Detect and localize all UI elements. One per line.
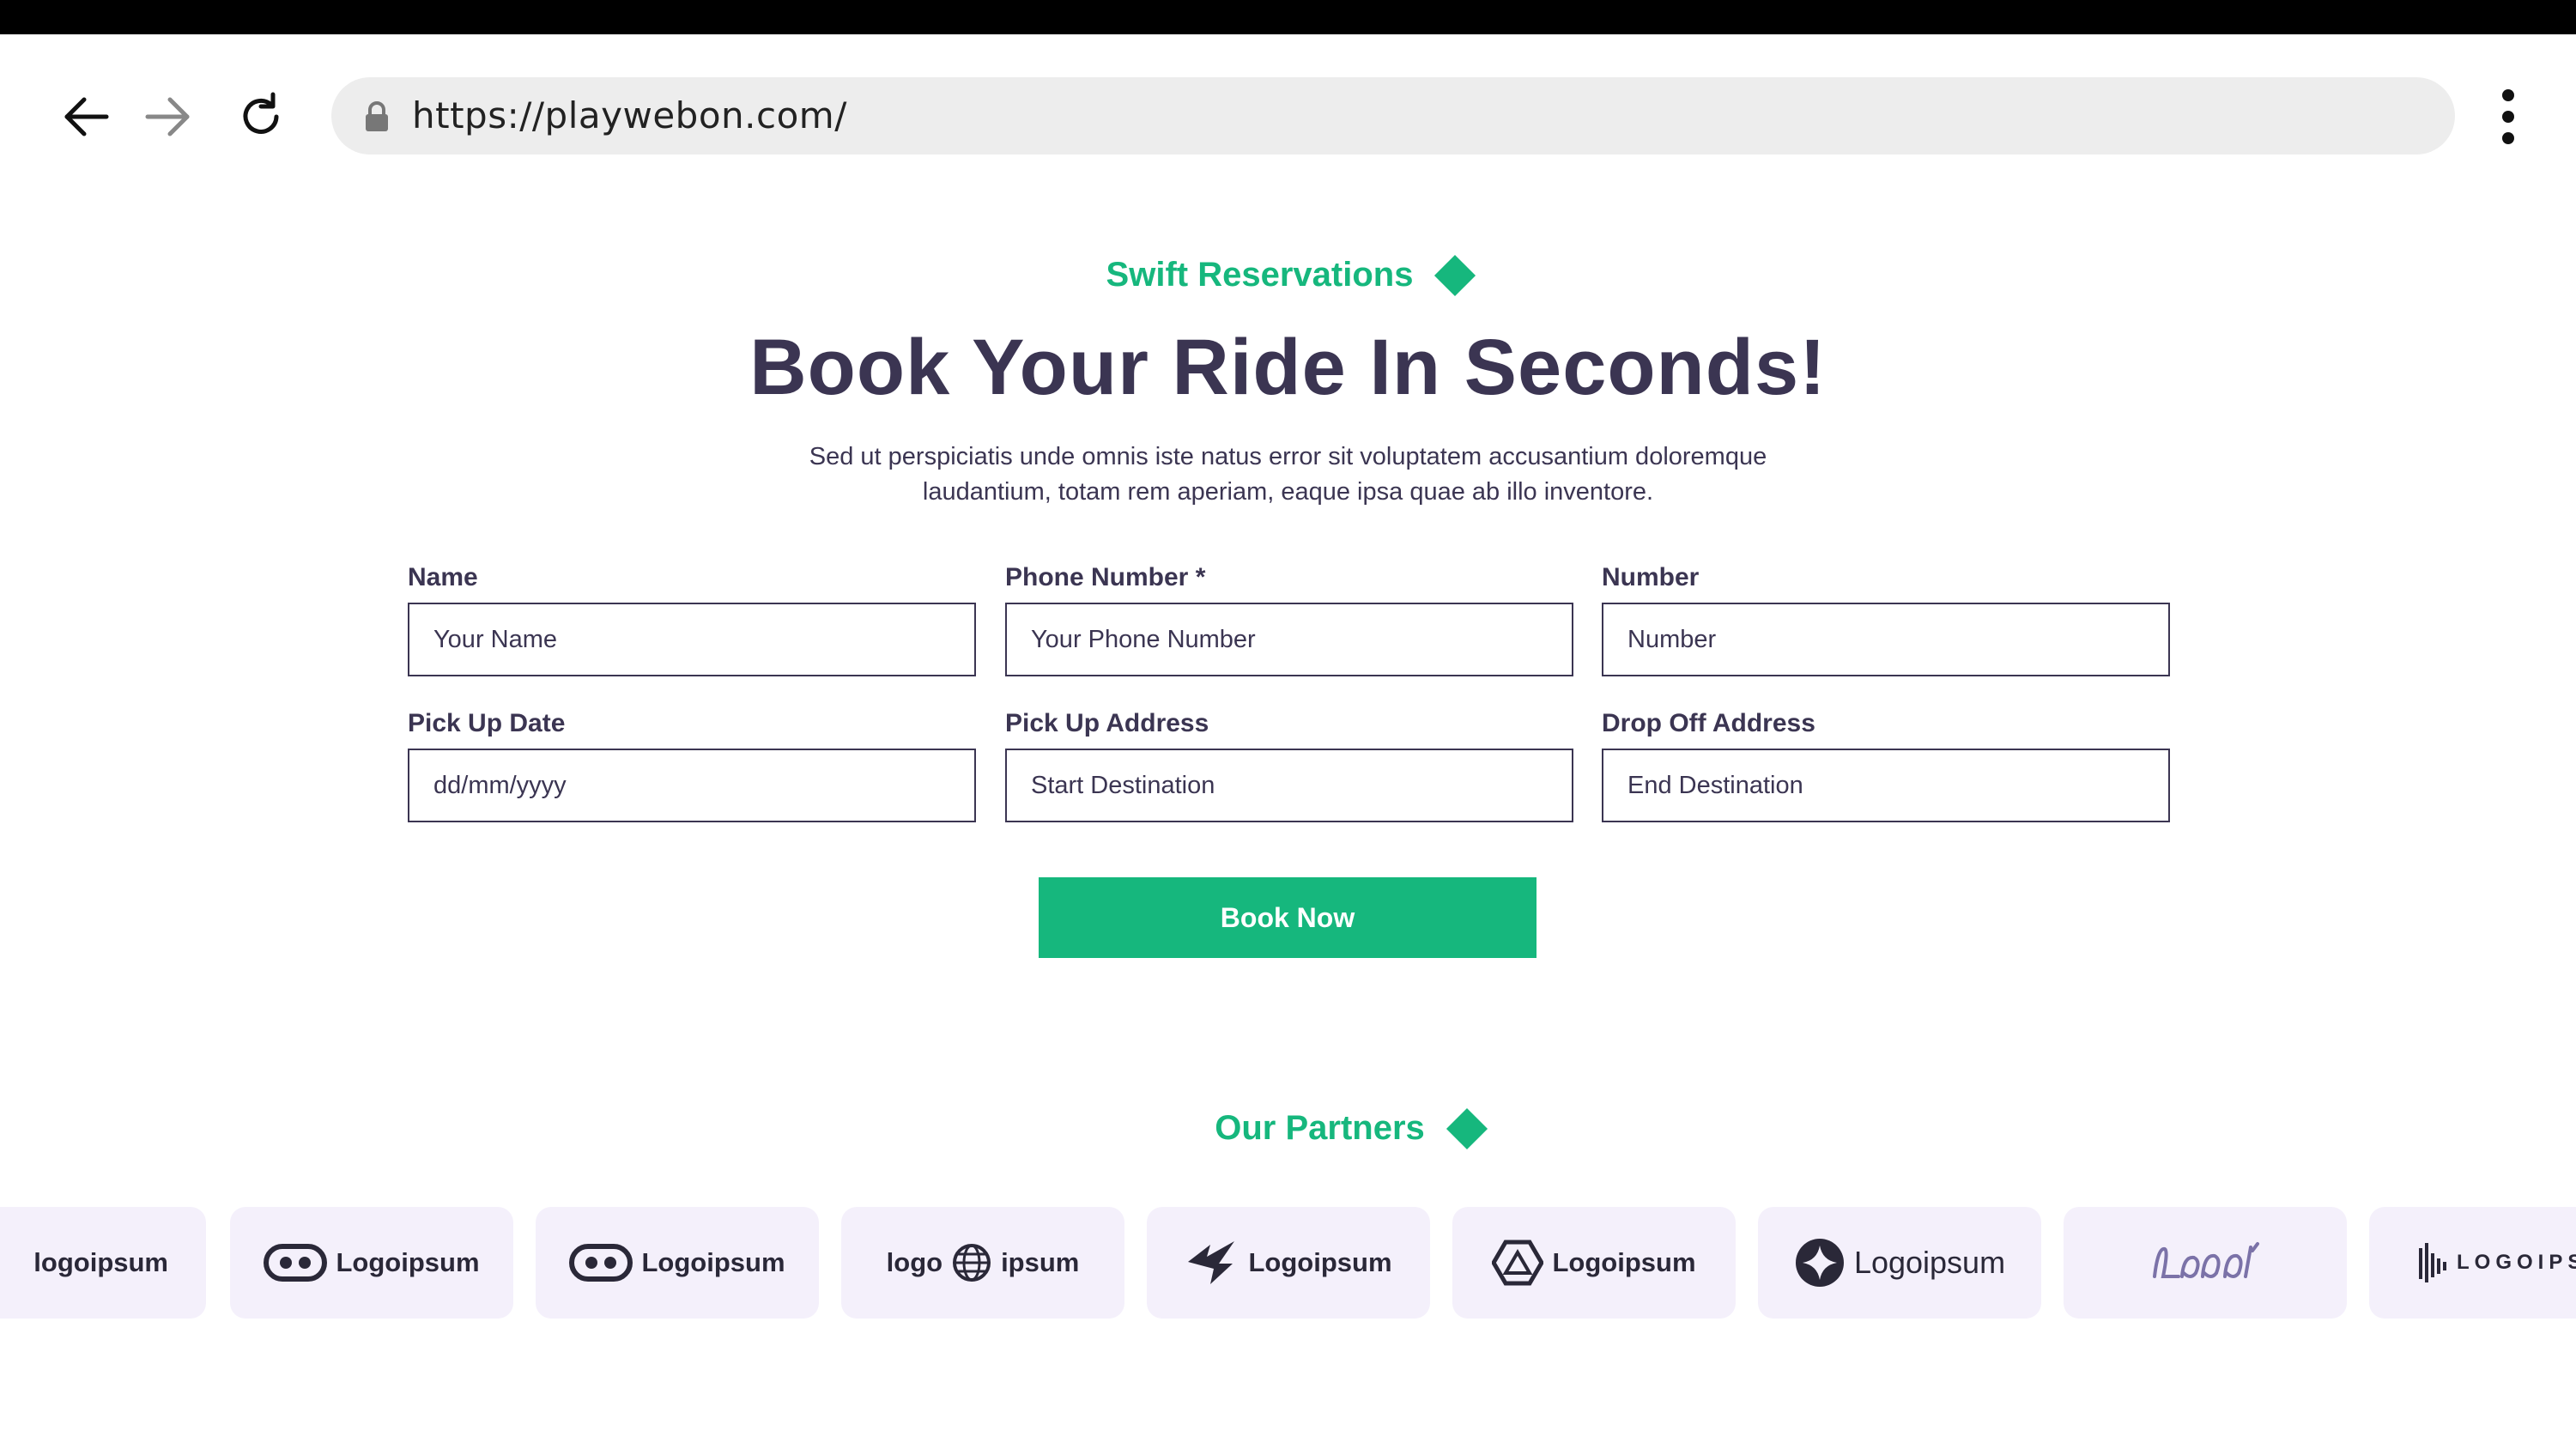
diamond-icon [1434, 254, 1476, 296]
arrow-right-icon [145, 97, 190, 136]
url-text: https://playwebon.com/ [412, 94, 847, 136]
address-bar[interactable]: https://playwebon.com/ [331, 77, 2455, 155]
pickup-address-label: Pick Up Address [1005, 709, 1209, 737]
partner-logo-card[interactable]: Logoipsum [536, 1207, 819, 1319]
reload-button[interactable] [227, 82, 295, 151]
lock-icon [366, 101, 388, 131]
number-field-group: Number Number [1602, 563, 2170, 676]
number-label: Number [1602, 563, 1700, 591]
partners-title: Our Partners [1215, 1109, 1425, 1147]
section-eyebrow: Swift Reservations [0, 254, 2576, 296]
partner-logo-card[interactable]: Logoipsum [1758, 1207, 2041, 1319]
partners-heading: Our Partners [0, 1107, 2576, 1149]
dot-icon [2502, 89, 2514, 101]
page-subtitle: Sed ut perspiciatis unde omnis iste natu… [0, 440, 2576, 510]
logo-text: Logoipsum [641, 1247, 785, 1277]
phone-input[interactable]: Your Phone Number [1005, 603, 1573, 676]
pickup-date-field-group: Pick Up Date dd/mm/yyyy [408, 709, 976, 822]
partner-logo-card[interactable]: Logoipsum [1147, 1207, 1430, 1319]
dropoff-address-field-group: Drop Off Address End Destination [1602, 709, 2170, 822]
book-now-button[interactable]: Book Now [1039, 877, 1537, 958]
name-label: Name [408, 563, 478, 591]
partner-logos-carousel: logoipsum Logoipsum Logoipsum logo ipsum… [0, 1200, 2576, 1329]
diamond-icon [1446, 1107, 1488, 1149]
partner-logo-card[interactable]: logoipsum [0, 1207, 206, 1319]
logo-text: ipsum [1001, 1247, 1080, 1277]
hexagon-logo-icon [1492, 1239, 1544, 1287]
browser-menu-button[interactable] [2489, 86, 2527, 148]
sound-bars-logo-icon [2417, 1241, 2448, 1284]
pickup-address-input[interactable]: Start Destination [1005, 749, 1573, 822]
partner-logo-card[interactable]: Logoipsum [1452, 1207, 1736, 1319]
subtitle-line: laudantium, totam rem aperiam, eaque ips… [922, 478, 1654, 506]
logo-text: Logoipsum [1552, 1247, 1696, 1277]
partner-logo-card[interactable]: Logoipsum [230, 1207, 513, 1319]
eyebrow-text: Swift Reservations [1106, 256, 1414, 294]
partner-logo-card[interactable]: LOGOIPSU [2369, 1207, 2576, 1319]
logo-text: Logoipsum [1853, 1245, 2006, 1280]
logo-text: logoipsum [33, 1247, 168, 1277]
star-circle-logo-icon [1794, 1237, 1846, 1288]
dropoff-address-input[interactable]: End Destination [1602, 749, 2170, 822]
forward-button[interactable] [134, 82, 203, 151]
phone-field-group: Phone Number * Your Phone Number [1005, 563, 1573, 676]
pill-eyes-logo-icon [569, 1244, 633, 1282]
partner-logo-card[interactable]: logo ipsum [841, 1207, 1124, 1319]
partner-logo-card[interactable] [2064, 1207, 2347, 1319]
arrow-left-icon [64, 97, 109, 136]
dropoff-address-label: Drop Off Address [1602, 709, 1815, 737]
number-input[interactable]: Number [1602, 603, 2170, 676]
bird-logo-icon [1185, 1238, 1240, 1288]
pickup-date-label: Pick Up Date [408, 709, 566, 737]
pill-eyes-logo-icon [264, 1244, 328, 1282]
reload-icon [243, 92, 279, 134]
phone-label: Phone Number * [1005, 563, 1206, 591]
logo-text: logo [886, 1247, 943, 1277]
subtitle-line: Sed ut perspiciatis unde omnis iste natu… [809, 443, 1767, 470]
pickup-address-field-group: Pick Up Address Start Destination [1005, 709, 1573, 822]
logo-text: Logoipsum [336, 1247, 480, 1277]
name-field-group: Name Your Name [408, 563, 976, 676]
script-logo-icon [2149, 1239, 2261, 1287]
page-title: Book Your Ride In Seconds! [749, 324, 1827, 411]
system-status-bar [0, 0, 2576, 34]
dot-icon [2502, 111, 2514, 123]
globe-logo-icon [951, 1242, 992, 1283]
pickup-date-input[interactable]: dd/mm/yyyy [408, 749, 976, 822]
back-button[interactable] [52, 82, 120, 151]
logo-text: LOGOIPSU [2457, 1251, 2576, 1274]
logo-text: Logoipsum [1248, 1247, 1392, 1277]
dot-icon [2502, 132, 2514, 144]
name-input[interactable]: Your Name [408, 603, 976, 676]
